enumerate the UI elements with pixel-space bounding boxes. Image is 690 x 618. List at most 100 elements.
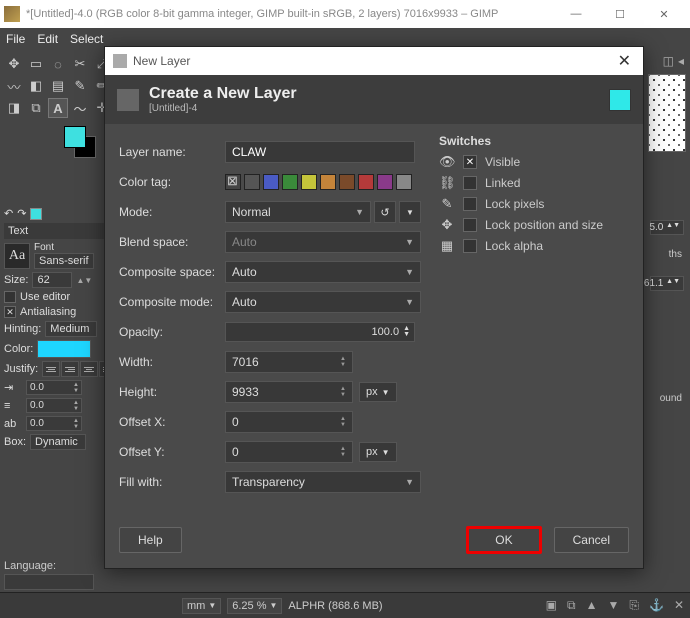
header-title: Create a New Layer (149, 85, 297, 103)
comp-space-select[interactable]: Auto▼ (225, 261, 421, 283)
color-tag-7[interactable] (377, 174, 393, 190)
free-select-tool[interactable]: ◌ (48, 54, 68, 74)
offx-input[interactable]: 0▲▼ (225, 411, 353, 433)
clone-tool[interactable]: ⧉ (26, 98, 46, 118)
menu-select[interactable]: Select (70, 32, 103, 46)
linked-label: Linked (485, 176, 520, 190)
text-tool[interactable]: A (48, 98, 68, 118)
help-button[interactable]: Help (119, 527, 182, 553)
header-subtitle: [Untitled]-4 (149, 103, 297, 114)
statusbar: mm▼ 6.25 %▼ ALPHR (868.6 MB) ▣ ⧉ ▲ ▼ ⎘ ⚓… (0, 592, 690, 618)
rect-select-tool[interactable]: ▭ (26, 54, 46, 74)
undo-icon[interactable]: ↶ (4, 207, 13, 220)
indent-3[interactable]: 0.0▲▼ (26, 416, 82, 431)
fill-select[interactable]: Transparency▼ (225, 471, 421, 493)
mode-reset-button[interactable]: ↺ (374, 201, 396, 223)
dialog-header: Create a New Layer [Untitled]-4 (105, 75, 643, 124)
lockpos-label: Lock position and size (485, 218, 603, 232)
off-unit-select[interactable]: px▼ (359, 442, 397, 462)
color-tag-3[interactable] (301, 174, 317, 190)
lockpos-check[interactable] (463, 218, 477, 232)
redo-icon[interactable]: ↷ (17, 207, 26, 220)
language-select[interactable] (4, 574, 94, 590)
visible-label: Visible (485, 155, 520, 169)
color-tag-1[interactable] (263, 174, 279, 190)
hinting-select[interactable]: Medium (45, 321, 97, 337)
color-tag-6[interactable] (358, 174, 374, 190)
new-layer-icon[interactable]: ▣ (546, 598, 557, 613)
opacity-slider[interactable]: 100.0▲▼ (225, 322, 415, 342)
font-sample[interactable]: Aa (4, 243, 30, 269)
mode-menu-button[interactable]: ▼ (399, 201, 421, 223)
wh-unit-select[interactable]: px▼ (359, 382, 397, 402)
layer-name-input[interactable] (225, 141, 415, 163)
raise-layer-icon[interactable]: ▲ (586, 598, 598, 613)
width-input[interactable]: 7016▲▼ (225, 351, 353, 373)
offy-input[interactable]: 0▲▼ (225, 441, 353, 463)
color-tag-0[interactable] (244, 174, 260, 190)
height-input[interactable]: 9933▲▼ (225, 381, 353, 403)
lockalpha-check[interactable] (463, 239, 477, 253)
bucket-tool[interactable]: ◧ (26, 76, 46, 96)
antialiasing-check[interactable]: ✕ (4, 306, 16, 318)
unit-select[interactable]: mm▼ (182, 598, 221, 614)
use-editor-check[interactable] (4, 291, 16, 303)
color-tag-4[interactable] (320, 174, 336, 190)
justify-center[interactable] (80, 361, 98, 377)
box-select[interactable]: Dynamic (30, 434, 86, 450)
indent-2[interactable]: 0.0▲▼ (26, 398, 82, 413)
delete-layer-icon[interactable]: ✕ (674, 598, 684, 613)
language-row: Language: (4, 560, 94, 590)
linked-check[interactable] (463, 176, 477, 190)
brush-thumbnail[interactable] (648, 74, 686, 152)
cancel-button[interactable]: Cancel (554, 527, 629, 553)
channels-tab-icon[interactable]: ◫ (663, 54, 674, 68)
mini-color-swatch[interactable] (30, 208, 42, 220)
size-label: Size: (4, 274, 28, 286)
color-tag-8[interactable] (396, 174, 412, 190)
visible-check[interactable]: ✕ (463, 155, 477, 169)
blend-select[interactable]: Auto▼ (225, 231, 421, 253)
width-label: Width: (119, 355, 225, 369)
justify-left[interactable] (42, 361, 60, 377)
toolbox: ✥ ▭ ◌ ✂ ⤢ 〰 ◧ ▤ ✎ ✏ ◨ ⧉ A 〜 ✛ (0, 50, 110, 166)
right-value-2[interactable]: 61.1 ▲▼ (650, 276, 684, 291)
comp-mode-select[interactable]: Auto▼ (225, 291, 421, 313)
justify-right[interactable] (61, 361, 79, 377)
menu-edit[interactable]: Edit (37, 32, 58, 46)
lower-layer-icon[interactable]: ▼ (607, 598, 619, 613)
foreground-color[interactable] (64, 126, 86, 148)
ok-button[interactable]: OK (466, 526, 541, 554)
warp-tool[interactable]: 〰 (4, 76, 24, 96)
eye-icon: 👁 (439, 154, 455, 170)
maximize-button[interactable]: ☐ (598, 0, 642, 28)
crop-tool[interactable]: ✂ (70, 54, 90, 74)
zoom-select[interactable]: 6.25 %▼ (227, 598, 282, 614)
dialog-close-button[interactable]: ✕ (614, 51, 635, 71)
text-color-button[interactable] (37, 340, 91, 358)
layer-group-icon[interactable]: ⧉ (567, 598, 576, 613)
duplicate-layer-icon[interactable]: ⎘ (629, 598, 639, 613)
use-editor-label: Use editor (20, 291, 70, 303)
minimize-button[interactable]: — (554, 0, 598, 28)
right-value-1[interactable]: 5.0 ▲▼ (650, 220, 684, 235)
menu-file[interactable]: File (6, 32, 25, 46)
eraser-tool[interactable]: ◨ (4, 98, 24, 118)
indent-1[interactable]: 0.0▲▼ (26, 380, 82, 395)
font-select[interactable]: Sans-serif (34, 253, 94, 269)
color-tag-2[interactable] (282, 174, 298, 190)
gradient-tool[interactable]: ▤ (48, 76, 68, 96)
close-button[interactable]: ✕ (642, 0, 686, 28)
lockpx-check[interactable] (463, 197, 477, 211)
color-swatches[interactable] (64, 126, 100, 162)
move-icon: ✥ (439, 217, 455, 233)
color-tag-5[interactable] (339, 174, 355, 190)
path-tool[interactable]: 〜 (70, 98, 90, 118)
move-tool[interactable]: ✥ (4, 54, 24, 74)
color-tag-none[interactable] (225, 174, 241, 190)
brush-tool[interactable]: ✎ (70, 76, 90, 96)
size-input[interactable] (32, 272, 72, 288)
tab-menu-icon[interactable]: ◂ (678, 54, 684, 68)
mode-select[interactable]: Normal▼ (225, 201, 371, 223)
anchor-layer-icon[interactable]: ⚓ (649, 598, 664, 613)
